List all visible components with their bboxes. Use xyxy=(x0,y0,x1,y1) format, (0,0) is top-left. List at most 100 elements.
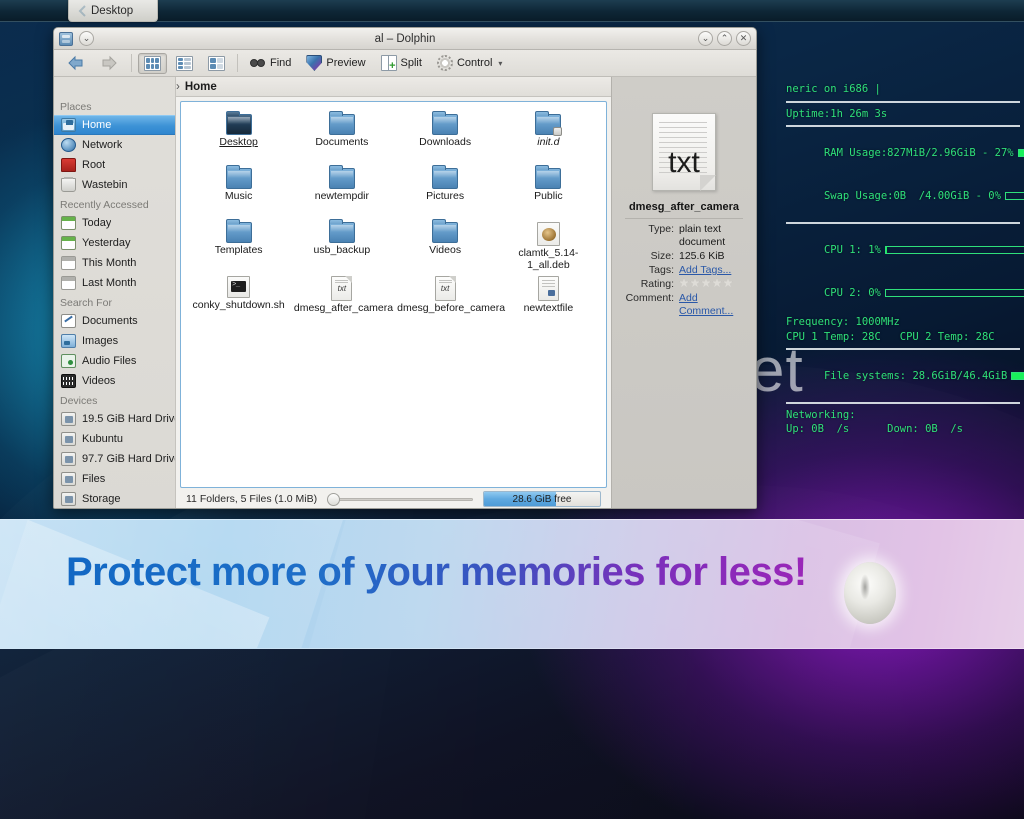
sidebar-item-this-month[interactable]: This Month xyxy=(54,253,175,273)
sidebar-item-network[interactable]: Network xyxy=(54,135,175,155)
conky-cpu1-row: CPU 1: 1% xyxy=(786,228,1024,272)
window-shade-icon[interactable]: ⌄ xyxy=(79,31,94,46)
add-comment-link[interactable]: Add Comment... xyxy=(679,292,750,318)
file-item[interactable]: conky_shutdown.sh xyxy=(187,274,290,326)
sidebar-item-today[interactable]: Today xyxy=(54,213,175,233)
find-button[interactable]: Find xyxy=(244,53,297,74)
sidebar-item-label: This Month xyxy=(82,257,137,269)
file-item[interactable]: Videos xyxy=(394,219,497,272)
file-item[interactable]: Music xyxy=(187,165,290,218)
file-item[interactable]: newtextfile xyxy=(497,274,600,326)
file-item[interactable]: newtempdir xyxy=(290,165,393,218)
file-item[interactable]: Desktop xyxy=(187,111,290,164)
file-item[interactable]: txt dmesg_before_camera xyxy=(394,274,505,326)
star-icon[interactable] xyxy=(690,278,700,288)
sidebar-item-root[interactable]: Root xyxy=(54,155,175,175)
sidebar-item-label: Storage xyxy=(82,493,121,505)
file-icon-view[interactable]: Desktop Documents Downloads init.d Music… xyxy=(180,101,607,488)
star-icon[interactable] xyxy=(701,278,711,288)
folder-icon xyxy=(432,219,459,243)
file-item[interactable]: init.d xyxy=(497,111,600,164)
info-key: Comment: xyxy=(625,292,674,304)
folder-icon xyxy=(328,219,355,243)
text-file-icon: txt xyxy=(331,276,353,301)
conky-temperatures: CPU 1 Temp: 28C CPU 2 Temp: 28C xyxy=(786,330,995,343)
zoom-slider-handle[interactable] xyxy=(327,493,341,506)
sidebar-item-files[interactable]: Files xyxy=(54,469,175,489)
view-icons-button[interactable] xyxy=(138,52,167,74)
preview-icon xyxy=(306,55,323,71)
file-name: Desktop xyxy=(219,136,258,148)
calendar-today-icon xyxy=(61,216,76,230)
sidebar-item-storage[interactable]: Storage xyxy=(54,489,175,508)
file-item[interactable]: Templates xyxy=(187,219,290,272)
file-item[interactable]: Documents xyxy=(290,111,393,164)
minimize-button[interactable]: ⌄ xyxy=(698,31,713,46)
calendar-month-icon xyxy=(61,256,76,270)
file-item[interactable]: Public xyxy=(497,165,600,218)
file-item[interactable]: txt dmesg_after_camera xyxy=(290,274,393,326)
sidebar-item-home[interactable]: Home xyxy=(54,115,175,135)
star-icon[interactable] xyxy=(679,278,689,288)
sidebar-item-yesterday[interactable]: Yesterday xyxy=(54,233,175,253)
info-rating-row: Rating: xyxy=(618,278,750,291)
conky-divider xyxy=(786,100,1020,103)
window-titlebar[interactable]: ⌄ al – Dolphin ⌄ ⌃ ✕ xyxy=(54,28,756,50)
control-button[interactable]: Control ▾ xyxy=(431,53,508,74)
moon-icon xyxy=(844,562,896,624)
star-icon[interactable] xyxy=(723,278,733,288)
sidebar-item-audio-files[interactable]: Audio Files xyxy=(54,351,175,371)
close-button[interactable]: ✕ xyxy=(736,31,751,46)
conky-divider xyxy=(786,125,1020,127)
file-item[interactable]: Pictures xyxy=(394,165,497,218)
file-item[interactable]: usb_backup xyxy=(290,219,393,272)
breadcrumb-path[interactable]: Home xyxy=(185,81,217,93)
taskbar-item-desktop[interactable]: Desktop xyxy=(68,0,158,22)
forward-button[interactable] xyxy=(94,53,125,74)
conky-divider xyxy=(786,401,1020,404)
rating-stars[interactable] xyxy=(679,278,733,291)
file-name: conky_shutdown.sh xyxy=(192,299,285,311)
view-compact-button[interactable] xyxy=(170,53,199,74)
info-key: Size: xyxy=(650,250,674,262)
titlebar-right-controls: ⌄ ⌃ ✕ xyxy=(698,31,751,46)
sidebar-item-kubuntu[interactable]: Kubuntu xyxy=(54,429,175,449)
conky-uptime: Uptime:1h 26m 3s xyxy=(786,107,888,120)
audio-icon xyxy=(61,354,76,368)
split-view-icon xyxy=(380,55,397,72)
sidebar-item-label: Today xyxy=(82,217,112,229)
info-row: Type: plain text document xyxy=(618,223,750,249)
sidebar-item-images[interactable]: Images xyxy=(54,331,175,351)
sidebar-item-label: Kubuntu xyxy=(82,433,123,445)
info-value: 125.6 KiB xyxy=(679,250,725,262)
sidebar-section-recently-accessed: Recently Accessed xyxy=(60,199,149,211)
preview-label: Preview xyxy=(326,57,366,69)
star-icon[interactable] xyxy=(712,278,722,288)
sidebar-item-hard-drive-97[interactable]: 97.7 GiB Hard Drive xyxy=(54,449,175,469)
view-details-button[interactable] xyxy=(202,53,231,74)
split-button[interactable]: Split xyxy=(375,53,428,74)
details-view-icon xyxy=(208,55,225,71)
add-tags-link[interactable]: Add Tags... xyxy=(679,264,731,277)
file-item[interactable]: clamtk_5.14-1_all.deb xyxy=(497,220,600,272)
maximize-button[interactable]: ⌃ xyxy=(717,31,732,46)
binoculars-icon xyxy=(250,55,266,71)
zoom-slider[interactable] xyxy=(327,492,473,506)
conky-cpu2-row: CPU 2: 0% xyxy=(786,272,1024,316)
dolphin-file-manager-window: ⌄ al – Dolphin ⌄ ⌃ ✕ Find Preview + Spli… xyxy=(53,27,757,509)
trash-icon xyxy=(61,177,76,192)
sidebar-item-hard-drive-19[interactable]: 19.5 GiB Hard Drive xyxy=(54,409,175,429)
desktop-icon xyxy=(78,5,86,17)
sidebar-item-documents[interactable]: Documents xyxy=(54,311,175,331)
sidebar-item-videos[interactable]: Videos xyxy=(54,371,175,391)
back-button[interactable] xyxy=(60,53,91,74)
file-name: Templates xyxy=(214,244,263,256)
file-name: newtextfile xyxy=(523,302,574,314)
sidebar-item-wastebin[interactable]: Wastebin xyxy=(54,175,175,195)
info-key: Type: xyxy=(648,223,674,235)
sidebar-item-last-month[interactable]: Last Month xyxy=(54,273,175,293)
app-menu-icon[interactable] xyxy=(59,31,73,46)
harddrive-icon xyxy=(61,432,76,446)
file-item[interactable]: Downloads xyxy=(394,111,497,164)
preview-button[interactable]: Preview xyxy=(300,53,371,74)
